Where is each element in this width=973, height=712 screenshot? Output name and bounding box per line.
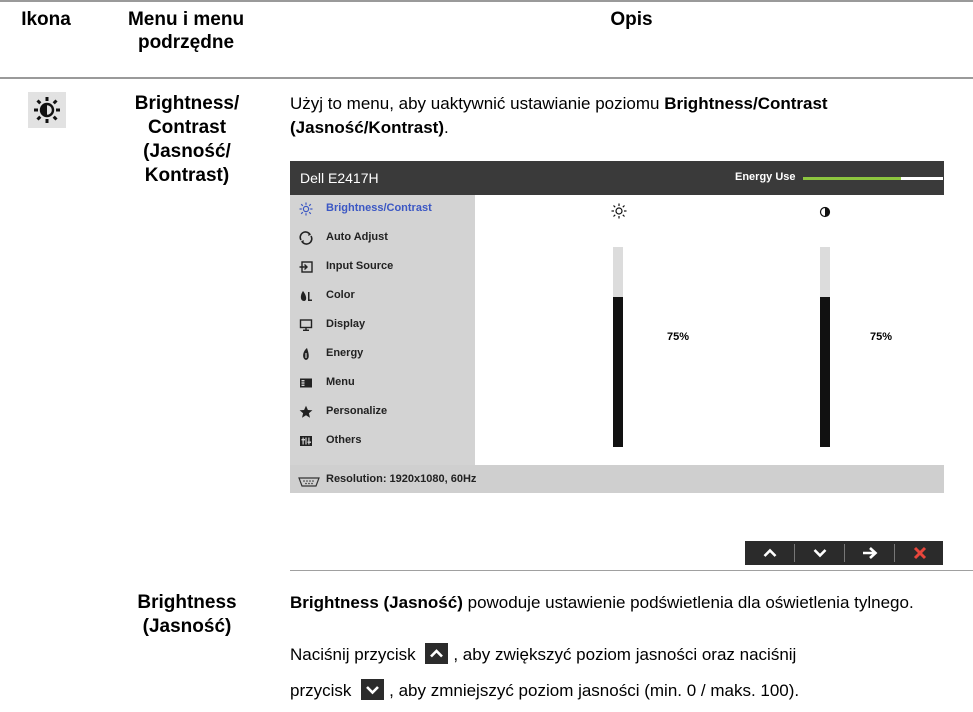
input-source-icon [298, 259, 314, 275]
osd-menu-item[interactable]: Input Source [290, 253, 475, 282]
intro-text: Użyj to menu, aby uaktywnić ustawianie p… [290, 94, 665, 113]
osd-menu-label: Others [326, 434, 362, 446]
vga-port-icon [298, 474, 320, 492]
intro-paragraph: Użyj to menu, aby uaktywnić ustawianie p… [290, 92, 970, 140]
osd-menu-label: Color [326, 289, 355, 301]
osd-menu-item[interactable]: Menu [290, 369, 475, 398]
intro-end: . [443, 118, 449, 137]
contrast-slider[interactable] [820, 247, 830, 447]
brightness-bold: Brightness (Jasność) [290, 593, 463, 612]
brightness-icon [611, 203, 627, 219]
down-arrow-icon [361, 679, 385, 700]
sun-icon [298, 201, 314, 217]
up-button[interactable] [745, 541, 794, 565]
osd-menu: Brightness/Contrast Auto Adjust Input Sour… [290, 195, 475, 465]
osd-footer: Resolution: 1920x1080, 60Hz [290, 465, 944, 493]
osd-menu-label: Personalize [326, 405, 388, 417]
osd-content: 75% 75% [475, 195, 944, 465]
osd-menu-label: Energy [326, 347, 364, 359]
decrease-post: , aby zmniejszyć poziom jasności (min. 0… [389, 681, 800, 700]
energy-use-bar [803, 177, 943, 180]
osd-menu-item[interactable]: Energy [290, 340, 475, 369]
osd-menu-item[interactable]: Auto Adjust [290, 224, 475, 253]
display-icon [298, 317, 314, 333]
osd-menu-item[interactable]: Others [290, 427, 475, 456]
osd-menu-label: Menu [326, 376, 355, 388]
menu-icon [298, 375, 314, 391]
submenu-brightness-contrast: Brightness/ Contrast (Jasność/ Kontrast) [134, 93, 240, 186]
brightness-text: powoduje ustawienie podświetlenia dla oś… [462, 593, 914, 612]
contrast-slider-fill [820, 297, 830, 447]
osd-navigation-bar [745, 541, 943, 565]
table-header-rule [0, 77, 973, 79]
close-icon [913, 546, 926, 560]
osd-menu-item[interactable]: Personalize [290, 398, 475, 427]
next-button[interactable] [845, 541, 894, 565]
osd-bottom-rule [290, 570, 973, 571]
star-icon [298, 404, 314, 420]
contrast-icon [819, 205, 835, 221]
energy-use-fill [803, 177, 901, 180]
up-arrow-icon [425, 643, 449, 664]
osd-header: Dell E2417H Energy Use [290, 161, 944, 195]
increase-pre: Naciśnij przycisk [290, 645, 421, 664]
auto-adjust-icon [298, 230, 314, 246]
column-header-icon: Ikona [21, 9, 71, 30]
table-top-rule [0, 0, 973, 2]
osd-menu-item[interactable]: Color [290, 282, 475, 311]
osd-menu-label: Display [326, 318, 366, 330]
brightness-slider-fill [613, 297, 623, 447]
brightness-description: Brightness (Jasność) powoduje ustawienie… [290, 591, 970, 615]
brightness-decrease-line: przycisk , aby zmniejszyć poziom jasnośc… [290, 679, 970, 703]
osd-menu-label: Input Source [326, 260, 394, 272]
down-arrow-icon [813, 549, 826, 558]
others-icon [298, 433, 314, 449]
down-button[interactable] [795, 541, 844, 565]
osd-model-name: Dell E2417H [300, 170, 379, 186]
color-icon [298, 288, 314, 304]
exit-button[interactable] [895, 541, 944, 565]
brightness-slider[interactable] [613, 247, 623, 447]
osd-menu-item[interactable]: Brightness/Contrast [290, 195, 475, 224]
osd-resolution: Resolution: 1920x1080, 60Hz [326, 473, 477, 485]
brightness-increase-line: Naciśnij przycisk , aby zwiększyć poziom… [290, 643, 970, 667]
osd-energy-label: Energy Use [735, 171, 796, 183]
brightness-value: 75% [667, 331, 690, 343]
brightness-sun-icon [28, 92, 66, 128]
submenu-brightness: Brightness (Jasność) [137, 592, 237, 637]
osd-menu-label: Auto Adjust [326, 231, 388, 243]
contrast-value: 75% [870, 331, 893, 343]
osd-menu-item[interactable]: Display [290, 311, 475, 340]
energy-icon [298, 346, 314, 362]
column-header-menu: Menu i menu podrzędne [127, 9, 245, 53]
right-arrow-icon [862, 547, 877, 559]
column-header-description: Opis [610, 9, 653, 30]
osd-screenshot: Dell E2417H Energy Use Brightness/Contra… [290, 161, 944, 493]
osd-menu-label: Brightness/Contrast [326, 202, 432, 214]
increase-post: , aby zwiększyć poziom jasności oraz nac… [453, 645, 797, 664]
up-arrow-icon [763, 548, 776, 557]
decrease-pre: przycisk [290, 681, 357, 700]
